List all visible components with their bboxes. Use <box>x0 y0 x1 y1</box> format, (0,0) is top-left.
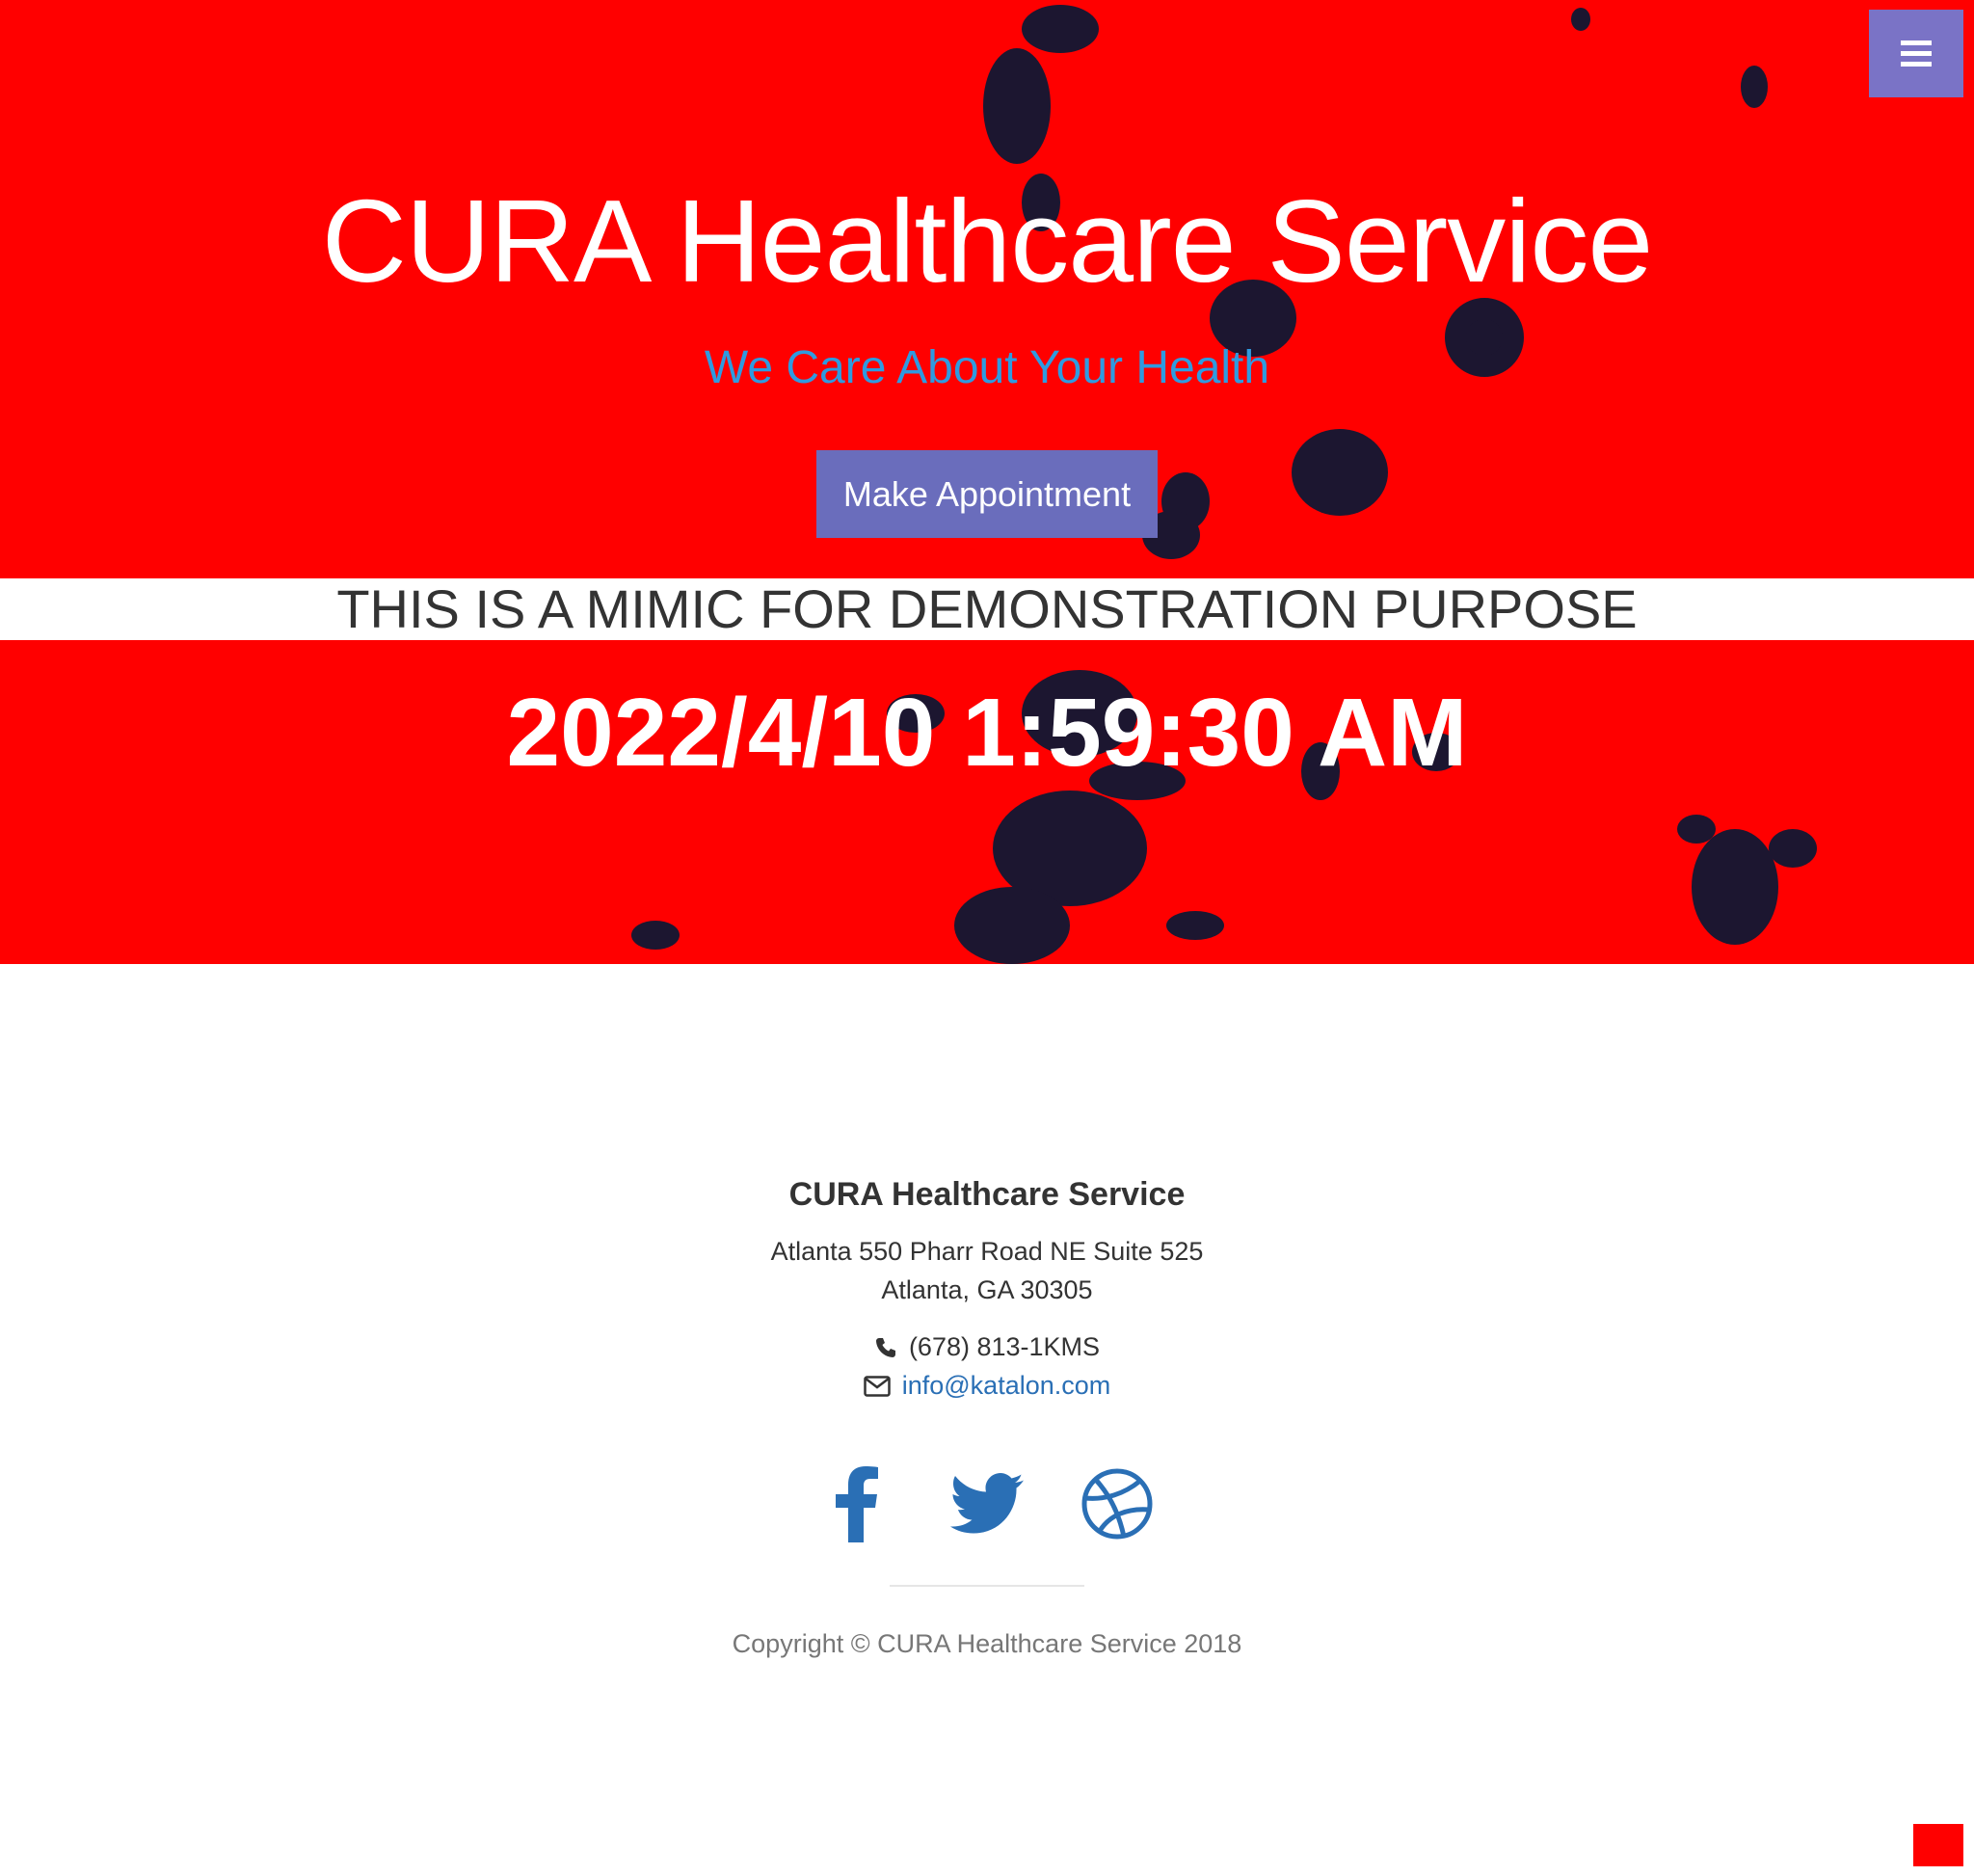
phone-icon <box>875 1337 895 1357</box>
dribbble-icon <box>1081 1468 1153 1540</box>
menu-toggle-button[interactable] <box>1869 10 1963 97</box>
hero-section: CURA Healthcare Service We Care About Yo… <box>0 0 1974 964</box>
phone-line: (678) 813-1KMS <box>0 1332 1974 1362</box>
dribbble-link[interactable] <box>1079 1465 1156 1542</box>
facebook-link[interactable] <box>818 1465 895 1542</box>
hero-title: CURA Healthcare Service <box>321 175 1654 307</box>
facebook-icon <box>836 1466 878 1542</box>
hero-subtitle: We Care About Your Health <box>704 342 1270 393</box>
footer-title: CURA Healthcare Service <box>788 1176 1186 1213</box>
email-link[interactable]: info@katalon.com <box>902 1371 1111 1401</box>
demo-banner: THIS IS A MIMIC FOR DEMONSTRATION PURPOS… <box>0 578 1974 640</box>
timestamp-display: 2022/4/10 1:59:30 AM <box>506 679 1468 787</box>
address-line-1: Atlanta 550 Pharr Road NE Suite 525 <box>770 1237 1204 1266</box>
envelope-icon <box>863 1375 891 1397</box>
copyright-text: Copyright © CURA Healthcare Service 2018 <box>732 1629 1242 1658</box>
hamburger-menu-icon <box>1901 40 1932 67</box>
twitter-icon <box>950 1473 1024 1534</box>
make-appointment-button[interactable]: Make Appointment <box>816 450 1158 538</box>
footer-divider <box>890 1585 1084 1587</box>
corner-widget-button[interactable] <box>1913 1824 1963 1866</box>
address-line-2: Atlanta, GA 30305 <box>881 1275 1093 1304</box>
social-links <box>0 1465 1974 1542</box>
twitter-link[interactable] <box>948 1465 1026 1542</box>
email-line: info@katalon.com <box>0 1371 1974 1401</box>
phone-number: (678) 813-1KMS <box>908 1332 1101 1361</box>
